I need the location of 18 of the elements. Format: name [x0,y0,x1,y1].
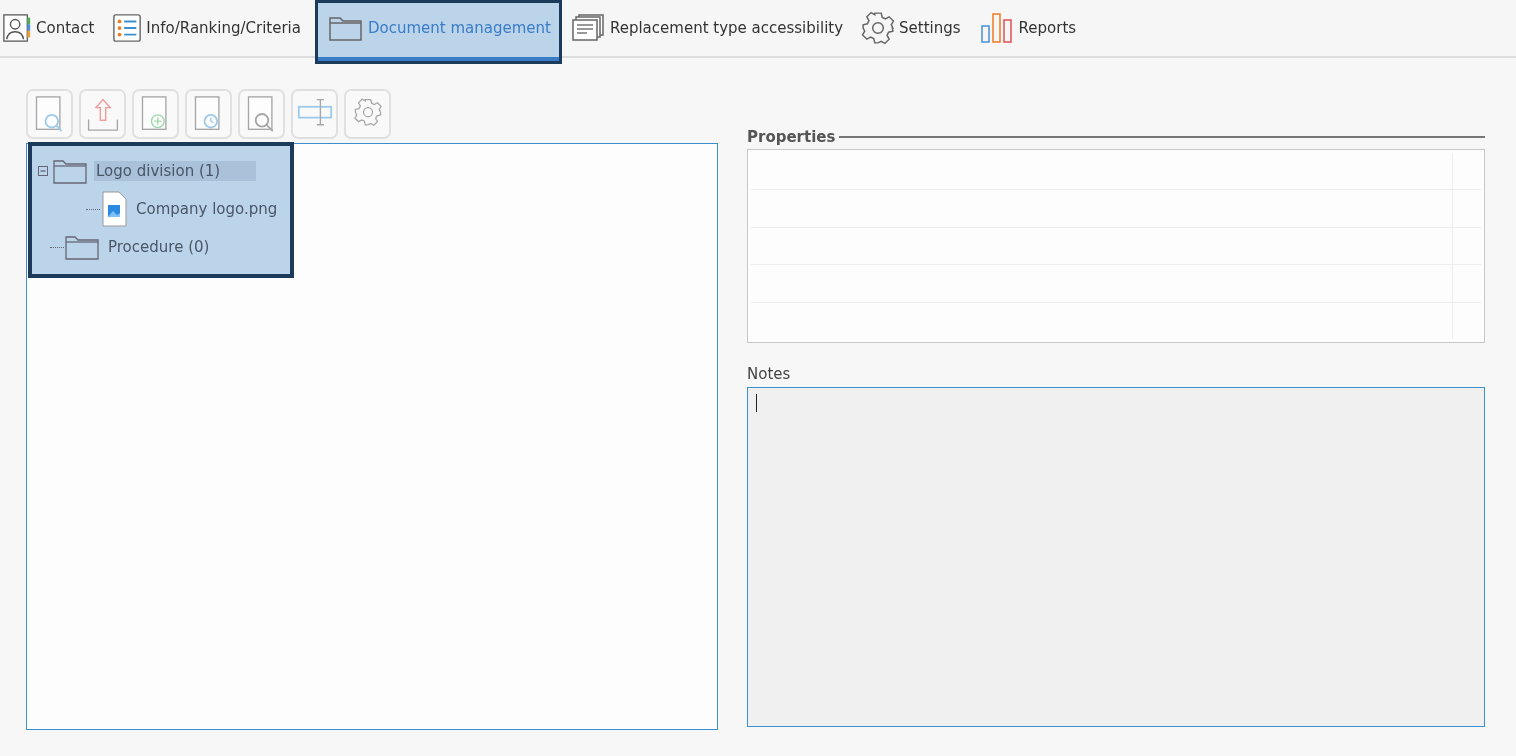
tab[interactable]: Reports [974,0,1081,56]
tab[interactable]: Contact [0,0,99,56]
bar-chart-icon [978,12,1015,44]
image-file-icon [100,191,128,227]
tree-item[interactable]: Company logo.png [134,199,280,219]
tab[interactable]: Info/Ranking/Criteria [108,0,305,56]
settings-icon [861,11,896,45]
tab[interactable]: Replacement type accessibility [565,0,848,56]
folder-icon [52,157,88,185]
collapse-icon[interactable] [38,166,48,176]
stacked-pages-icon [569,13,606,43]
notes-field[interactable] [747,387,1485,727]
tab[interactable]: Settings [857,0,965,56]
list-icon [112,13,143,43]
tree-item[interactable]: Procedure (0) [106,237,212,257]
properties-heading: Properties [747,128,836,146]
tree-item[interactable]: Logo division (1) [94,161,257,181]
notes-label: Notes [747,365,792,385]
